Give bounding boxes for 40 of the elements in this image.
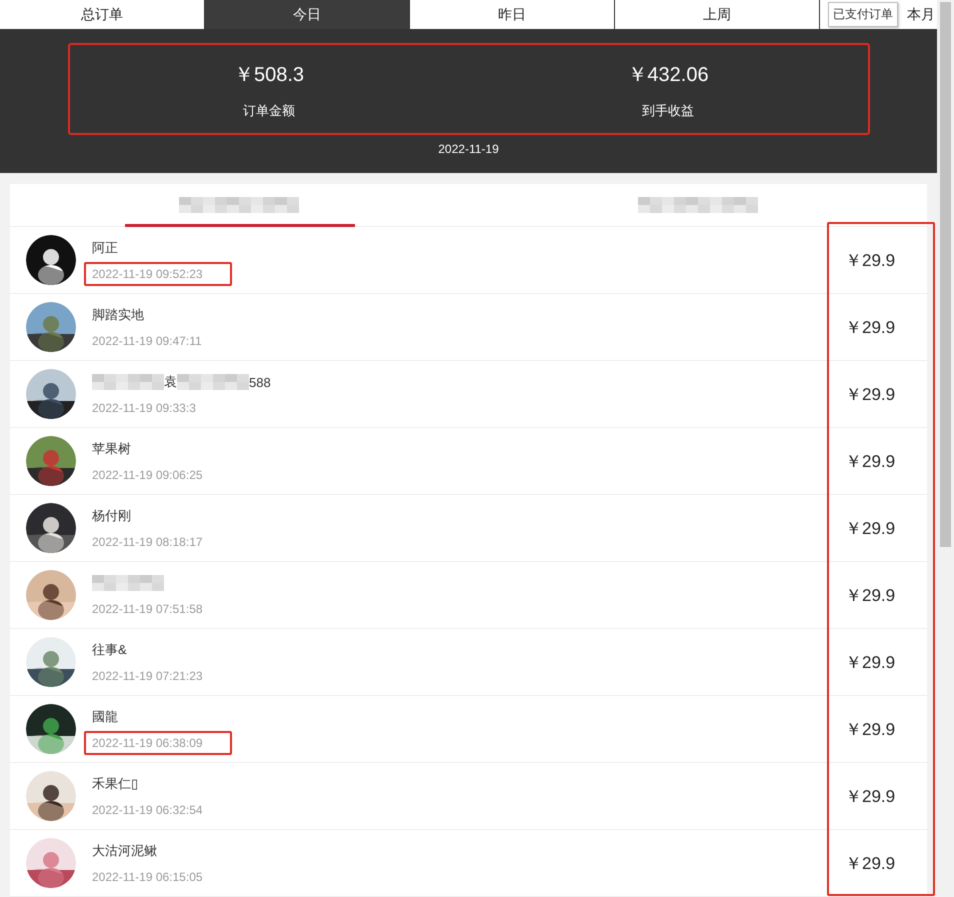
order-price: ￥29.9 <box>845 384 896 406</box>
customer-name: 588 <box>249 374 271 390</box>
order-price: ￥29.9 <box>845 250 896 272</box>
date-label: 2022-11-19 <box>438 142 499 156</box>
customer-name: 苹果树 <box>92 440 131 458</box>
customer-name: 杨付刚 <box>92 507 131 525</box>
order-time: 2022-11-19 09:47:11 <box>91 332 203 350</box>
tooltip: 已支付订单 <box>828 2 898 27</box>
order-time: 2022-11-19 07:51:58 <box>91 600 204 618</box>
blurred-mosaic <box>92 573 164 593</box>
order-price: ￥29.9 <box>845 718 896 740</box>
order-price: ￥29.9 <box>845 786 896 808</box>
order-price: ￥29.9 <box>845 450 896 472</box>
stat-value: ￥508.3 <box>234 63 304 88</box>
order-price: ￥29.9 <box>845 852 896 874</box>
order-price: ￥29.9 <box>845 518 896 540</box>
order-time: 2022-11-19 06:38:09 <box>84 730 232 754</box>
order-time: 2022-11-19 09:33:3 <box>91 400 197 416</box>
order-time: 2022-11-19 06:15:05 <box>91 868 204 886</box>
order-time: 2022-11-19 09:06:25 <box>91 466 204 484</box>
blurred-mosaic <box>177 372 249 392</box>
order-time: 2022-11-19 08:18:17 <box>91 534 204 550</box>
customer-name: 袁 <box>164 373 177 391</box>
blurred-mosaic <box>92 372 164 392</box>
order-time: 2022-11-19 09:52:23 <box>84 262 232 286</box>
customer-name: 禾果仁▯ <box>92 775 138 793</box>
order-time: 2022-11-19 07:21:23 <box>91 668 204 684</box>
stat-value: ￥432.06 <box>627 63 709 88</box>
order-price: ￥29.9 <box>845 584 896 606</box>
customer-name: 往事& <box>92 641 127 659</box>
customer-name: 阿正 <box>92 239 118 257</box>
order-price: ￥29.9 <box>845 652 896 674</box>
period-tab[interactable]: 今日 <box>205 0 410 30</box>
stat-label: 订单金额 <box>243 102 295 120</box>
customer-name: 國龍 <box>92 708 118 726</box>
customer-name: 脚踏实地 <box>92 306 144 324</box>
customer-name: 大沽河泥鳅 <box>92 842 157 860</box>
stat-label: 到手收益 <box>642 102 694 120</box>
order-time: 2022-11-19 06:32:54 <box>91 802 204 818</box>
order-price: ￥29.9 <box>845 316 896 338</box>
